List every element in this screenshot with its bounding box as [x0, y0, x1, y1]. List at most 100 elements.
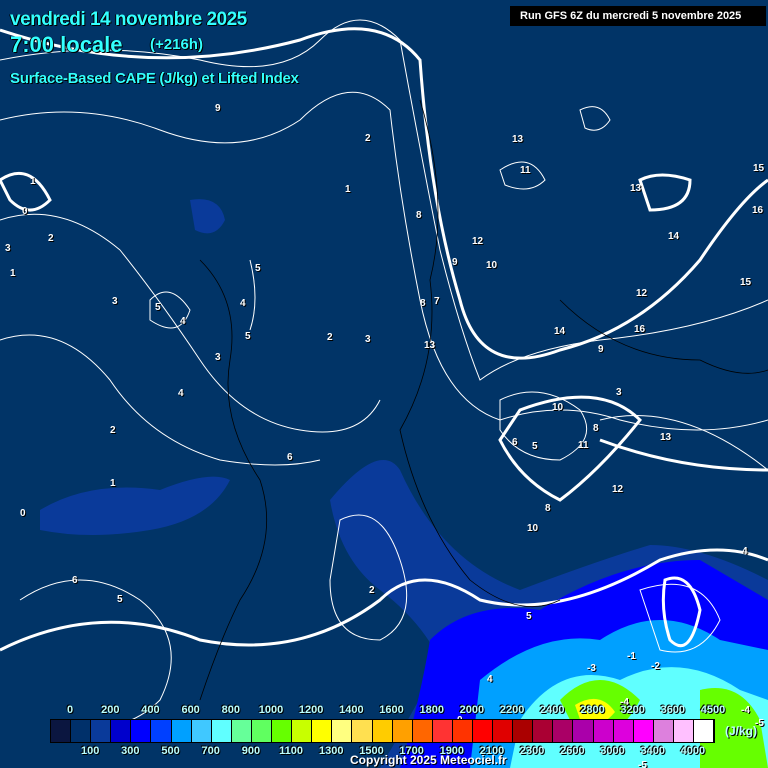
colorbar-swatch [533, 720, 554, 742]
lifted-index-label: 9 [215, 103, 221, 114]
lifted-index-label: 8 [416, 210, 422, 221]
colorbar-tick-label: 2300 [519, 745, 545, 757]
lifted-index-label: 1 [30, 176, 36, 187]
colorbar-tick-label: 800 [221, 704, 240, 716]
cape-shading [40, 199, 768, 768]
lifted-index-label: 14 [554, 326, 566, 337]
lifted-index-label: 2 [110, 425, 116, 436]
forecast-lead-time: (+216h) [150, 36, 203, 53]
colorbar-swatch [493, 720, 514, 742]
colorbar-tick-label: 400 [141, 704, 160, 716]
lifted-index-label: 11 [578, 440, 589, 451]
lifted-index-label: 5 [117, 594, 123, 605]
lifted-index-label: 15 [740, 277, 752, 288]
lifted-index-label: 8 [545, 503, 551, 514]
lifted-index-label: 1 [10, 268, 16, 279]
colorbar-swatch [131, 720, 152, 742]
lifted-index-label: 5 [532, 441, 538, 452]
colorbar-swatch [553, 720, 574, 742]
colorbar-tick-label: 2200 [499, 704, 525, 716]
lifted-index-label: 0 [22, 206, 28, 217]
lifted-index-label: 3 [112, 296, 118, 307]
colorbar-tick-label: 0 [67, 704, 74, 716]
lifted-index-label: -4 [741, 705, 750, 716]
colorbar-tick-label: 3600 [660, 704, 686, 716]
colorbar-swatch [513, 720, 534, 742]
colorbar-swatch [231, 720, 252, 742]
lifted-index-label: -3 [587, 663, 596, 674]
lifted-index-label: 14 [668, 231, 680, 242]
lifted-index-label: 13 [660, 432, 672, 443]
colorbar-tick-label: 2800 [580, 704, 605, 716]
colorbar-tick-label: 3000 [600, 745, 625, 757]
colorbar-swatch [694, 720, 715, 742]
lifted-index-label: 1 [345, 184, 351, 195]
lifted-index-label: 1 [110, 478, 116, 489]
colorbar-tick-label: 3400 [640, 745, 665, 757]
colorbar-swatch [633, 720, 654, 742]
lifted-index-label: 11 [520, 165, 531, 176]
colorbar-tick-label: 100 [80, 745, 100, 757]
colorbar-tick-label: 1600 [379, 704, 404, 716]
copyright: Copyright 2025 Meteociel.fr [350, 753, 507, 767]
colorbar-unit: (J/kg) [725, 724, 758, 738]
colorbar-swatch [51, 720, 72, 742]
colorbar-swatch [292, 720, 313, 742]
lifted-index-label: 12 [472, 236, 484, 247]
colorbar-tick-label: 1100 [279, 745, 304, 757]
colorbar-tick-label: 1800 [419, 704, 444, 716]
colorbar-swatch [272, 720, 293, 742]
colorbar-tick-label: 700 [201, 745, 220, 757]
colorbar-tick-label: 2600 [560, 745, 585, 757]
lifted-index-label: -5 [638, 760, 647, 768]
lifted-index-label: 6 [72, 575, 78, 586]
colorbar-swatch [111, 720, 132, 742]
lifted-index-label: 10 [527, 523, 539, 534]
lifted-index-label: 8 [420, 298, 426, 309]
map-canvas [0, 19, 768, 768]
colorbar-swatch [392, 720, 413, 742]
colorbar-swatch [613, 720, 634, 742]
lifted-index-label: 5 [245, 331, 251, 342]
colorbar-swatch [673, 720, 694, 742]
colorbar-swatch [71, 720, 92, 742]
lifted-index-label: 10 [552, 402, 564, 413]
lifted-index-label: -1 [627, 651, 636, 662]
colorbar-tick-label: 4500 [700, 704, 726, 716]
lifted-index-label: 3 [616, 387, 622, 398]
lifted-index-label: 16 [634, 324, 646, 335]
lifted-index-label: 13 [630, 183, 642, 194]
lifted-index-label: 2 [369, 585, 375, 596]
colorbar-swatch [91, 720, 112, 742]
lifted-index-label: 9 [452, 257, 458, 268]
colorbar-tick-label: 900 [241, 745, 261, 757]
colorbar-swatch [332, 720, 353, 742]
colorbar-tick-label: 300 [121, 745, 140, 757]
colorbar-swatch [653, 720, 674, 742]
colorbar-swatch [372, 720, 393, 742]
colorbar-swatch [171, 720, 192, 742]
lifted-index-label: 13 [512, 134, 524, 145]
lifted-index-label: 4 [180, 316, 186, 327]
lifted-index-label: 3 [215, 352, 221, 363]
lifted-index-label: 2 [365, 133, 371, 144]
lifted-index-label: 7 [434, 296, 440, 307]
lifted-index-label: -2 [651, 661, 660, 672]
colorbar-tick-label: 500 [161, 745, 180, 757]
lifted-index-label: 4 [487, 674, 493, 685]
lifted-index-label: 4 [178, 388, 184, 399]
lifted-index-label: 6 [287, 452, 293, 463]
lifted-index-label: 13 [424, 340, 436, 351]
colorbar-swatch [432, 720, 453, 742]
colorbar-swatch [251, 720, 273, 742]
colorbar-tick-label: 1000 [258, 704, 284, 716]
colorbar-swatch [573, 720, 594, 742]
lifted-index-label: 9 [598, 344, 604, 355]
colorbar-tick-label: 1400 [339, 704, 364, 716]
parameter-title: Surface-Based CAPE (J/kg) et Lifted Inde… [10, 70, 299, 87]
lifted-index-label: 3 [5, 243, 11, 254]
lifted-index-label: 15 [753, 163, 765, 174]
colorbar-swatch [412, 720, 433, 742]
lifted-index-label: 3 [365, 334, 371, 345]
lifted-index-label: 10 [486, 260, 498, 271]
